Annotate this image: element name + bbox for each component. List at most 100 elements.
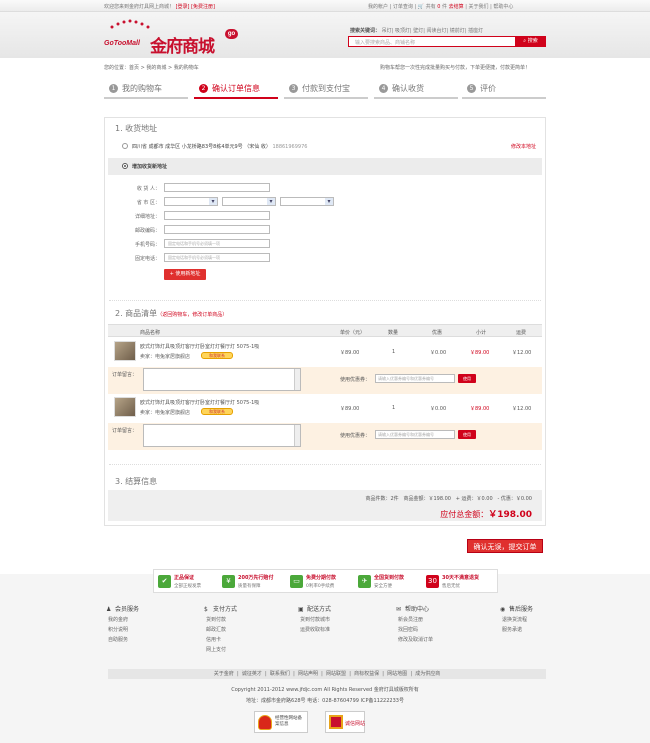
help-link[interactable]: 服务承诺 xyxy=(502,626,590,633)
use-new-address-button[interactable]: + 使用新地址 xyxy=(164,269,206,280)
col-subtotal: 小计 xyxy=(476,330,487,336)
footer-link[interactable]: 成为供应商 xyxy=(415,671,440,677)
message-textarea[interactable] xyxy=(143,368,301,391)
submit-order-button[interactable]: 确认无误，提交订单 xyxy=(467,539,543,553)
register-link[interactable]: [免费注册] xyxy=(191,4,215,10)
cart-unit: 件 xyxy=(442,4,448,10)
help-link[interactable]: 自助服务 xyxy=(108,636,196,643)
modify-address-link[interactable]: 修改本地址 xyxy=(511,143,536,150)
help-link[interactable]: 修改及取消订单 xyxy=(398,636,486,643)
footer-link[interactable]: 联系我们 xyxy=(270,671,290,677)
city-select[interactable] xyxy=(222,197,276,206)
coupon-input[interactable]: 请输入优惠券编号和优惠券编号 xyxy=(375,374,455,383)
about-link[interactable]: 关于我们 xyxy=(469,4,489,10)
footer-link[interactable]: 网站地图 xyxy=(387,671,407,677)
goods-title: 2. 商品清单（返回购物车，修改订单商品） xyxy=(115,308,227,319)
step-label: 付款到支付宝 xyxy=(302,84,350,93)
zip-input[interactable] xyxy=(164,225,270,234)
help-link[interactable]: 积分说明 xyxy=(108,626,196,633)
coupon-apply-button[interactable]: 使用 xyxy=(458,374,476,383)
district-select[interactable] xyxy=(280,197,334,206)
cart-icon[interactable]: 🛒 xyxy=(418,4,424,10)
help-col-title: 支付方式 xyxy=(213,606,238,613)
help-col-help: ✉ 帮助中心 新会员注册 找回密码 修改及取消订单 xyxy=(396,604,486,643)
order-panel: 1. 收货地址 2. 商品清单（返回购物车，修改订单商品） 3. 结算信息 xyxy=(104,117,546,526)
hot-keyword[interactable]: 壁灯 xyxy=(413,28,423,34)
col-discount: 优惠 xyxy=(432,330,443,336)
delivery-icon: ▣ xyxy=(298,606,304,613)
help-link[interactable]: 帮助中心 xyxy=(493,4,513,10)
help-link[interactable]: 运费收取标准 xyxy=(300,626,388,633)
footer-link[interactable]: 网站联盟 xyxy=(326,671,346,677)
help-link[interactable]: 网上支付 xyxy=(206,646,294,653)
hot-keyword[interactable]: 阅读台灯 xyxy=(427,28,447,34)
product-image[interactable] xyxy=(114,341,136,361)
breadcrumb-mall[interactable]: 我的商城 xyxy=(146,65,166,71)
product-name[interactable]: 欧式灯饰灯具吸顶灯客厅灯卧室灯灯餐厅灯 5075-1吸 xyxy=(140,343,259,350)
icp-badge[interactable]: 经营性网站备案信息 xyxy=(254,711,308,733)
new-address-radio[interactable] xyxy=(122,163,128,169)
back-to-cart-link[interactable]: （返回购物车，修改订单商品） xyxy=(157,312,227,318)
coupon-input[interactable]: 请输入优惠券编号和优惠券编号 xyxy=(375,430,455,439)
existing-address[interactable]: 四川省 成都市 成华区 小龙桥路83号8栋4单元9号 （宋仙 收） 188619… xyxy=(108,140,542,154)
help-link[interactable]: 新会员注册 xyxy=(398,616,486,623)
site-logo[interactable]: GoTooMall 金府商城 go xyxy=(104,18,238,56)
footer-link[interactable]: 诚征英才 xyxy=(242,671,262,677)
receiver-input[interactable] xyxy=(164,183,270,192)
hot-keyword[interactable]: 插座灯 xyxy=(468,28,483,34)
welcome-area: 欢迎您来到金府灯具网上商城！ [登录] [免费注册] xyxy=(104,3,215,10)
guarantee-sub: 0利率0手续费 xyxy=(306,584,335,589)
help-col-title: 配送方式 xyxy=(307,606,332,613)
tel-input[interactable]: 固定电话和手机号必须填一项 xyxy=(164,253,270,262)
help-link[interactable]: 信用卡 xyxy=(206,636,294,643)
address-title: 1. 收货地址 xyxy=(115,124,158,133)
zip-label: 邮政编码： xyxy=(134,228,160,234)
search-input[interactable]: 输入要搜索商品、商铺名称 xyxy=(348,36,516,47)
item-count: 商品件数：2件 xyxy=(365,496,399,502)
my-account-link[interactable]: 我的帐户 xyxy=(368,4,388,10)
order-query-link[interactable]: 订单查询 xyxy=(393,4,413,10)
detail-address-input[interactable] xyxy=(164,211,270,220)
contact-info: 地址：成都市金府路628号 电话：028-87604799 ICP备112222… xyxy=(246,698,404,704)
new-address-bar[interactable]: 增加收货新地址 xyxy=(108,158,542,175)
footer-link[interactable]: 关于金府 xyxy=(214,671,234,677)
settlement-box: 商品件数：2件 商品金额：￥198.00 + 运费：￥0.00 - 优惠：￥0.… xyxy=(108,490,542,521)
contact-seller-button[interactable]: 和我联系 xyxy=(201,352,233,359)
hot-keyword[interactable]: 吊灯 xyxy=(382,28,392,34)
freight-label: + 运费： xyxy=(455,496,477,502)
contact-seller-button[interactable]: 和我联系 xyxy=(201,408,233,415)
search-button-label: 搜索 xyxy=(527,38,538,44)
province-select[interactable] xyxy=(164,197,218,206)
help-link[interactable]: 货到付款城市 xyxy=(300,616,388,623)
mobile-input[interactable]: 固定电话和手机号必须填一项 xyxy=(164,239,270,248)
quantity: 1 xyxy=(392,405,396,411)
goods-row: 欧式灯饰灯具吸顶灯客厅灯卧室灯灯餐厅灯 5075-1吸 卖家：电兔家居旗舰店 和… xyxy=(108,395,542,423)
trust-badge[interactable]: 诚信网站 xyxy=(325,711,365,733)
help-link[interactable]: 货到付款 xyxy=(206,616,294,623)
hot-keyword[interactable]: 吸顶灯 xyxy=(395,28,410,34)
product-image[interactable] xyxy=(114,397,136,417)
address-radio[interactable] xyxy=(122,143,128,149)
coupon-apply-button[interactable]: 使用 xyxy=(458,430,476,439)
footer-link[interactable]: 商标权益保 xyxy=(354,671,379,677)
footer-link[interactable]: 网站声明 xyxy=(298,671,318,677)
product-name[interactable]: 欧式灯饰灯具吸顶灯客厅灯卧室灯灯餐厅灯 5075-1吸 xyxy=(140,399,259,406)
step-confirm: 2 确认订单信息 xyxy=(194,80,278,99)
order-message-row: 订单留言： 使用优惠券： 请输入优惠券编号和优惠券编号 使用 xyxy=(108,423,542,450)
breadcrumb-home[interactable]: 首页 xyxy=(129,65,139,71)
hot-keyword[interactable]: 镜前灯 xyxy=(450,28,465,34)
total-label: 应付总金额： xyxy=(440,510,489,519)
login-link[interactable]: [登录] xyxy=(176,4,190,10)
help-link[interactable]: 我的金府 xyxy=(108,616,196,623)
search-button[interactable]: ⌕ 搜索 xyxy=(515,36,546,47)
help-link[interactable]: 邮政汇款 xyxy=(206,626,294,633)
help-link[interactable]: 退换货流程 xyxy=(502,616,590,623)
message-textarea[interactable] xyxy=(143,424,301,447)
discount: ￥0.00 xyxy=(430,406,447,412)
checkout-link[interactable]: 去结算 xyxy=(449,4,464,10)
region-label: 省 市 区： xyxy=(136,200,160,206)
new-address-title: 增加收货新地址 xyxy=(132,164,168,170)
guarantee-title: 全国货到付款 xyxy=(374,575,405,581)
help-link[interactable]: 找回密码 xyxy=(398,626,486,633)
step-number: 1 xyxy=(109,84,118,93)
